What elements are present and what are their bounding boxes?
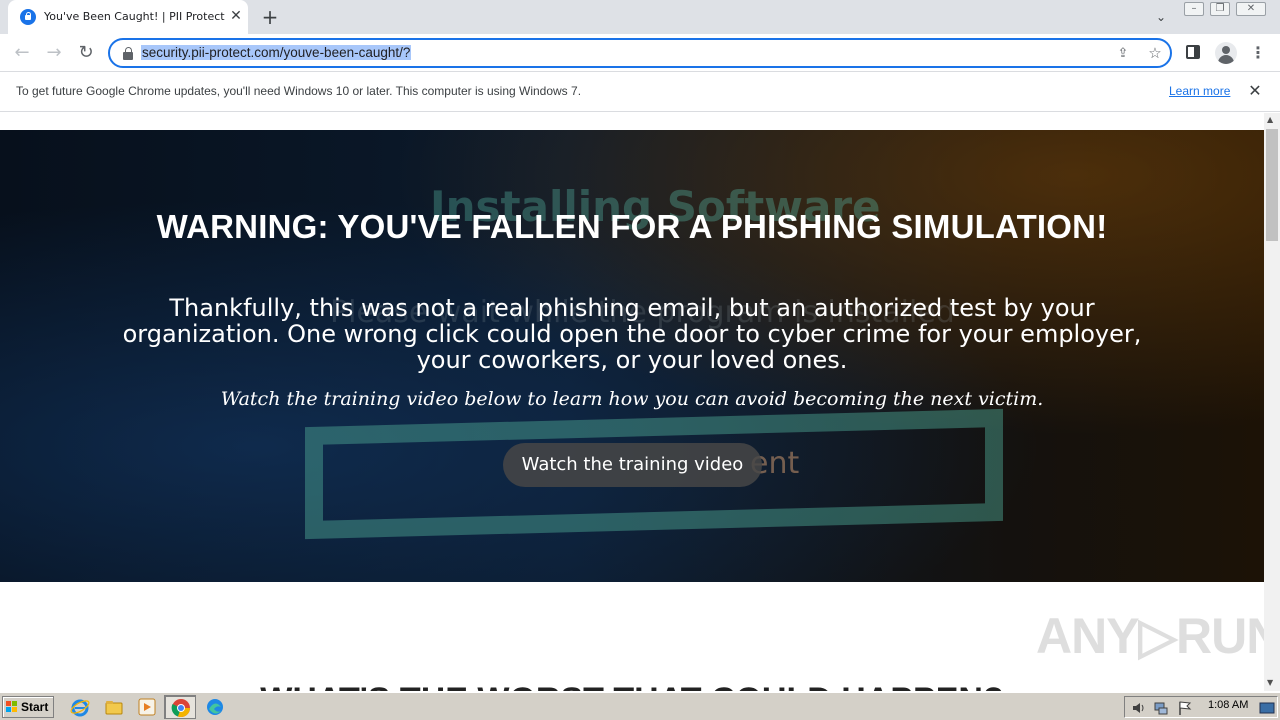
anyrun-watermark: ANY▷RUN xyxy=(1036,608,1264,664)
tab-title: You've Been Caught! | PII Protect xyxy=(44,10,225,23)
reload-icon[interactable]: ↻ xyxy=(73,40,99,66)
scroll-thumb[interactable] xyxy=(1266,129,1278,241)
restore-button[interactable]: ❐ xyxy=(1210,2,1230,16)
profile-avatar-icon[interactable] xyxy=(1215,42,1237,64)
show-desktop-icon[interactable] xyxy=(1259,700,1275,716)
bookmark-star-icon[interactable]: ☆ xyxy=(1146,44,1164,62)
hero-body-text: Thankfully, this was not a real phishing… xyxy=(122,294,1142,374)
media-player-icon[interactable] xyxy=(137,697,157,717)
url-text[interactable]: security.pii-protect.com/youve-been-caug… xyxy=(141,45,412,60)
watch-training-video-button[interactable]: Watch the training video xyxy=(503,443,762,487)
page-viewport: Installing Software Please wait while th… xyxy=(0,113,1264,691)
tab-search-icon[interactable]: ⌄ xyxy=(1152,8,1170,26)
share-icon[interactable]: ⇪ xyxy=(1114,45,1132,63)
infobar-close-icon[interactable]: ✕ xyxy=(1246,82,1264,100)
section-heading: WHAT'S THE WORST THAT COULD HAPPEN? xyxy=(0,681,1264,691)
action-center-flag-icon[interactable] xyxy=(1177,700,1193,716)
start-label: Start xyxy=(21,700,49,714)
update-infobar: To get future Google Chrome updates, you… xyxy=(0,72,1280,112)
hero-title: WARNING: YOU'VE FALLEN FOR A PHISHING SI… xyxy=(156,208,1108,245)
windows-logo-icon xyxy=(6,701,18,713)
infobar-message: To get future Google Chrome updates, you… xyxy=(16,84,582,98)
tab-strip: You've Been Caught! | PII Protect ✕ + ⌄ … xyxy=(0,0,1280,34)
edge-icon[interactable] xyxy=(205,697,225,717)
chrome-menu-icon[interactable]: ⋮ xyxy=(1250,40,1266,66)
forward-icon[interactable]: → xyxy=(41,40,67,66)
file-explorer-icon[interactable] xyxy=(104,697,124,717)
scroll-down-arrow-icon[interactable]: ▼ xyxy=(1267,678,1273,687)
chrome-taskbar-button[interactable] xyxy=(164,695,196,719)
page-scrollbar[interactable]: ▲ ▼ xyxy=(1264,113,1280,691)
close-window-button[interactable]: ✕ xyxy=(1236,2,1266,16)
browser-toolbar: ← → ↻ security.pii-protect.com/youve-bee… xyxy=(0,34,1280,72)
active-tab[interactable]: You've Been Caught! | PII Protect ✕ xyxy=(8,0,248,34)
windows-taskbar: Start 1:08 AM xyxy=(0,692,1280,720)
lock-icon[interactable] xyxy=(122,46,134,60)
chrome-icon xyxy=(171,699,191,718)
address-bar[interactable]: security.pii-protect.com/youve-been-caug… xyxy=(108,38,1172,68)
back-icon[interactable]: ← xyxy=(9,40,35,66)
side-panel-icon[interactable] xyxy=(1186,45,1200,59)
system-tray xyxy=(1124,696,1278,718)
network-icon[interactable] xyxy=(1153,700,1169,716)
volume-icon[interactable] xyxy=(1131,700,1147,716)
start-button[interactable]: Start xyxy=(2,696,54,718)
lock-favicon-icon xyxy=(20,9,36,25)
scroll-up-arrow-icon[interactable]: ▲ xyxy=(1267,115,1273,124)
hero-banner: Installing Software Please wait while th… xyxy=(0,130,1264,582)
taskbar-clock[interactable]: 1:08 AM xyxy=(1208,699,1248,711)
new-tab-button[interactable]: + xyxy=(258,5,282,29)
minimize-button[interactable]: – xyxy=(1184,2,1204,16)
hero-subtitle: Watch the training video below to learn … xyxy=(220,388,1044,410)
learn-more-link[interactable]: Learn more xyxy=(1169,84,1230,98)
tab-close-icon[interactable]: ✕ xyxy=(228,8,244,24)
internet-explorer-icon[interactable] xyxy=(70,697,90,717)
